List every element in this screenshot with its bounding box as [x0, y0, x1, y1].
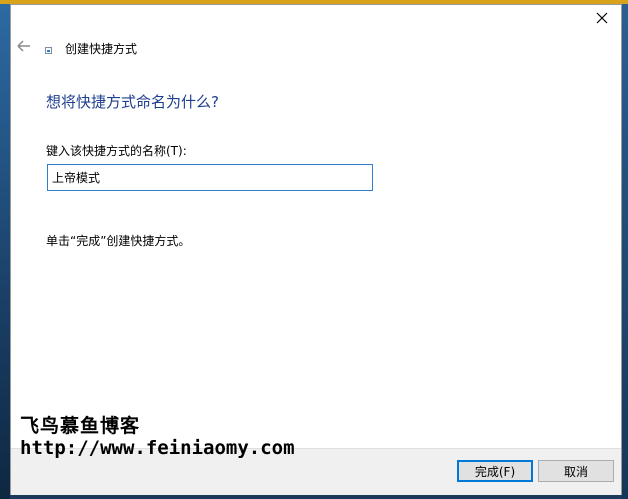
wizard-title: 创建快捷方式 [65, 42, 138, 56]
finish-button[interactable]: 完成(F) [457, 460, 533, 482]
desktop-background-left [0, 4, 10, 499]
close-button[interactable] [589, 7, 615, 29]
watermark-blog-name: 飞鸟慕鱼博客 [20, 415, 141, 437]
close-icon [596, 12, 608, 24]
back-arrow-icon [17, 40, 30, 52]
cancel-button[interactable]: 取消 [538, 460, 614, 482]
back-button[interactable] [15, 37, 33, 55]
desktop-background-right [622, 4, 628, 499]
page-heading: 想将快捷方式命名为什么? [46, 93, 219, 111]
watermark-url: http://www.feiniaomy.com [20, 437, 295, 459]
shortcut-name-input[interactable] [47, 164, 373, 191]
shortcut-name-label: 键入该快捷方式的名称(T): [46, 144, 187, 158]
shortcut-icon [45, 47, 52, 54]
finish-hint-text: 单击“完成”创建快捷方式。 [46, 234, 191, 248]
